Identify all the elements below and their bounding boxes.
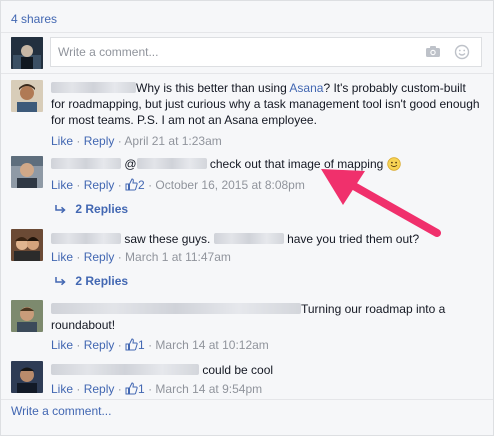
comment-4: Turning our roadmap into a roundabout!	[51, 301, 481, 333]
like-link[interactable]: Like	[51, 382, 73, 396]
like-count[interactable]: 1	[125, 382, 145, 396]
reply-link[interactable]: Reply	[84, 382, 115, 396]
author-name-blurred[interactable]	[51, 364, 199, 375]
timestamp[interactable]: March 14 at 10:12am	[155, 338, 268, 352]
comment-actions: Like · Reply · 1 · March 14 at 10:12am	[51, 337, 269, 355]
like-count[interactable]: 1	[125, 338, 145, 352]
comment-text: saw these guys.	[124, 232, 211, 246]
timestamp[interactable]: March 1 at 11:47am	[125, 250, 231, 264]
like-count-value: 1	[138, 338, 145, 352]
avatar	[11, 361, 43, 393]
comments-panel: 4 shares Why is this better than using A…	[0, 0, 494, 436]
view-replies[interactable]: 2 Replies	[55, 202, 128, 216]
avatar	[11, 300, 43, 332]
divider	[1, 399, 493, 400]
comment-link[interactable]: Asana	[289, 81, 323, 95]
reply-link[interactable]: Reply	[84, 178, 115, 192]
divider	[1, 73, 493, 74]
timestamp[interactable]: March 14 at 9:54pm	[155, 382, 262, 396]
author-name-blurred[interactable]	[51, 82, 136, 93]
comment-composer[interactable]	[50, 37, 482, 67]
smiley-icon[interactable]	[454, 44, 470, 63]
like-count-value: 2	[138, 178, 145, 192]
avatar	[11, 37, 43, 69]
comment-5: could be cool	[51, 362, 481, 378]
like-link[interactable]: Like	[51, 250, 73, 264]
camera-icon[interactable]	[425, 45, 441, 61]
comment-actions: Like · Reply · March 1 at 11:47am	[51, 250, 231, 264]
comment-actions: Like · Reply · 2 · October 16, 2015 at 8…	[51, 177, 305, 195]
timestamp[interactable]: April 21 at 1:23am	[124, 134, 221, 148]
comment-actions: Like · Reply · April 21 at 1:23am	[51, 134, 222, 148]
mention-name-blurred[interactable]	[136, 158, 207, 169]
avatar	[11, 156, 43, 188]
divider	[1, 32, 493, 33]
like-count[interactable]: 2	[125, 178, 145, 192]
replies-label: 2 Replies	[75, 202, 129, 216]
reply-arrow-icon	[55, 202, 66, 216]
like-link[interactable]: Like	[51, 178, 73, 192]
reply-arrow-icon	[55, 274, 66, 288]
avatar	[11, 80, 43, 112]
author-name-blurred[interactable]	[51, 303, 301, 314]
thumbs-up-icon	[125, 178, 138, 195]
comment-actions: Like · Reply · 1 · March 14 at 9:54pm	[51, 381, 262, 399]
comment-1: Why is this better than using Asana? It'…	[51, 80, 481, 128]
replies-label: 2 Replies	[75, 274, 129, 288]
like-count-value: 1	[138, 382, 145, 396]
author-name-blurred[interactable]	[51, 233, 121, 244]
reply-link[interactable]: Reply	[84, 250, 115, 264]
avatar	[11, 229, 43, 261]
view-replies[interactable]: 2 Replies	[55, 274, 128, 288]
comment-input[interactable]	[51, 38, 391, 66]
timestamp[interactable]: October 16, 2015 at 8:08pm	[155, 178, 304, 192]
comment-text: Why is this better than using	[136, 81, 290, 95]
mention-name-blurred[interactable]	[213, 233, 284, 244]
thumbs-up-icon	[125, 382, 138, 399]
reply-link[interactable]: Reply	[84, 134, 115, 148]
comment-text: could be cool	[202, 363, 274, 377]
like-link[interactable]: Like	[51, 134, 73, 148]
author-name-blurred[interactable]	[51, 158, 121, 169]
mention-at: @	[124, 157, 137, 171]
thumbs-up-icon	[125, 338, 138, 355]
like-link[interactable]: Like	[51, 338, 73, 352]
shares-count[interactable]: 4 shares	[11, 12, 57, 26]
reply-link[interactable]: Reply	[84, 338, 115, 352]
annotation-arrow	[321, 169, 441, 237]
write-comment-link[interactable]: Write a comment...	[11, 404, 111, 418]
